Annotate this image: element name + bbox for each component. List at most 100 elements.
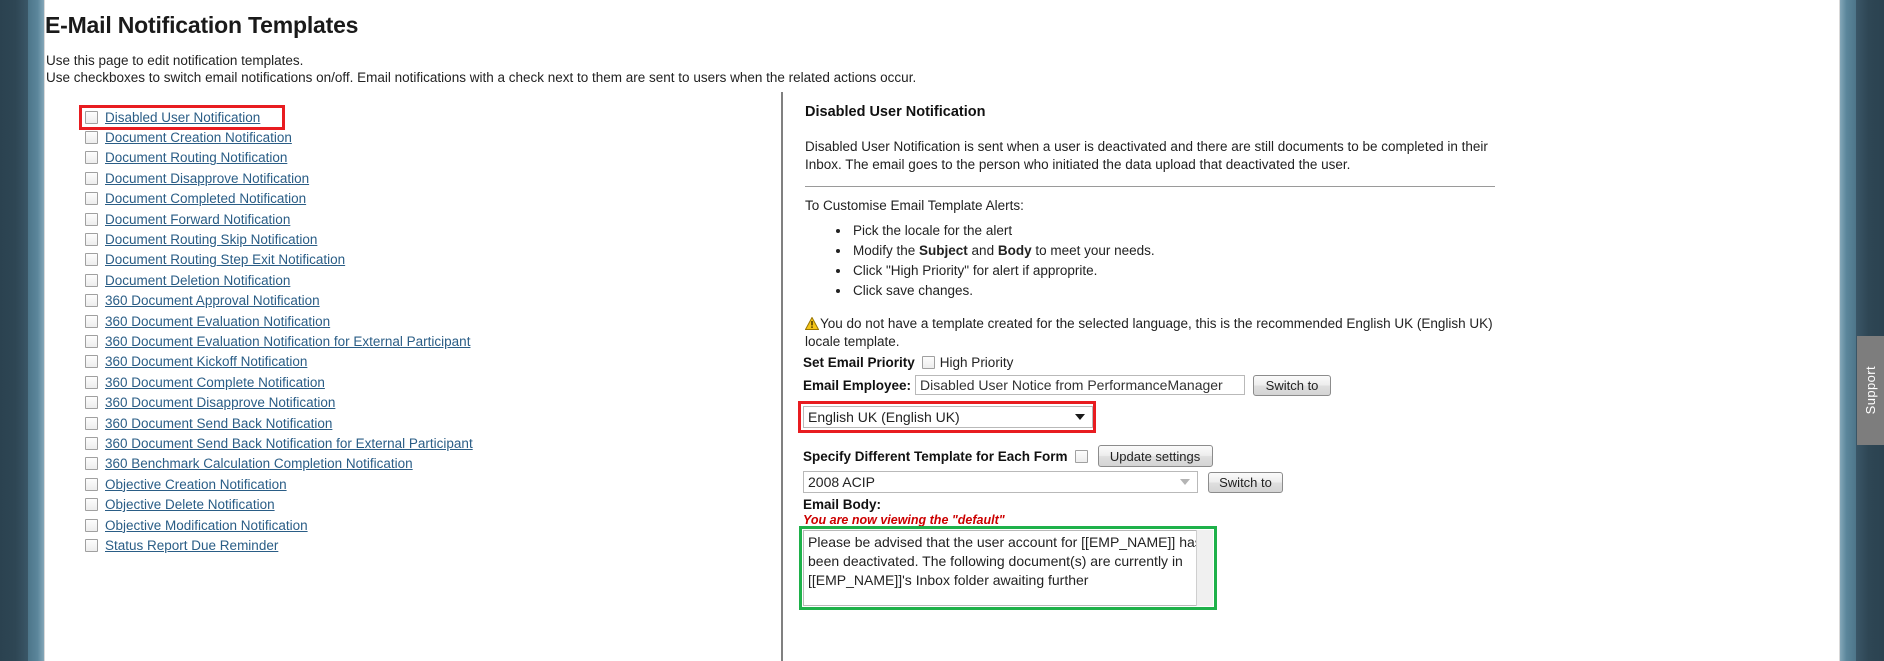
notification-checkbox[interactable] [85, 294, 98, 308]
list-item: 360 Document Kickoff Notification [85, 352, 785, 372]
screenshot-root: E-Mail Notification Templates Use this p… [0, 0, 1884, 661]
chevron-down-icon-form [1180, 479, 1190, 485]
notification-checkbox[interactable] [85, 110, 98, 124]
list-item: 360 Document Complete Notification [85, 372, 785, 392]
notification-link[interactable]: Objective Modification Notification [105, 518, 308, 533]
notification-checkbox[interactable] [85, 192, 98, 206]
notification-link[interactable]: Objective Delete Notification [105, 497, 275, 512]
notification-checkbox[interactable] [85, 498, 98, 512]
notification-checkbox[interactable] [85, 151, 98, 165]
notification-checkbox[interactable] [85, 538, 98, 552]
window-chrome-right-accent [1840, 0, 1856, 661]
list-item: 360 Benchmark Calculation Completion Not… [85, 454, 785, 474]
customise-steps: Pick the locale for the alert Modify the… [805, 221, 1821, 301]
notification-link[interactable]: 360 Document Complete Notification [105, 375, 325, 390]
notification-link[interactable]: Status Report Due Reminder [105, 538, 278, 553]
viewing-default-note: You are now viewing the "default" [803, 513, 1005, 527]
notification-checkbox[interactable] [85, 171, 98, 185]
list-item: Document Forward Notification [85, 209, 785, 229]
notification-link[interactable]: 360 Benchmark Calculation Completion Not… [105, 456, 413, 471]
window-chrome-left-accent [28, 0, 44, 661]
notification-link[interactable]: 360 Document Send Back Notification [105, 416, 332, 431]
email-subject-input[interactable]: Disabled User Notice from PerformanceMan… [915, 375, 1246, 395]
list-item: Document Routing Skip Notification [85, 229, 785, 249]
specify-template-label: Specify Different Template for Each Form [803, 448, 1068, 464]
notification-link[interactable]: 360 Document Send Back Notification for … [105, 436, 473, 451]
email-body-wrapper: Please be advised that the user account … [799, 526, 1217, 610]
form-template-select[interactable]: 2008 ACIP [803, 471, 1198, 493]
window-chrome-right [1856, 0, 1884, 661]
support-tab[interactable]: Support [1857, 336, 1884, 445]
specify-template-checkbox[interactable] [1074, 449, 1088, 463]
form-switch-to-button[interactable]: Switch to [1208, 471, 1283, 493]
list-item: Document Routing Step Exit Notification [85, 250, 785, 270]
form-select-row: 2008 ACIP Switch to [803, 471, 1803, 493]
list-item: Disabled User Notification [85, 107, 785, 127]
notification-checkbox[interactable] [85, 457, 98, 471]
high-priority-label: High Priority [939, 354, 1014, 370]
subject-switch-to-button[interactable]: Switch to [1253, 374, 1332, 396]
list-item: 360 Document Evaluation Notification [85, 311, 785, 331]
notification-checkbox[interactable] [85, 233, 98, 247]
notification-checkbox[interactable] [85, 273, 98, 287]
email-body-scrollbar[interactable] [1196, 530, 1213, 606]
notification-link[interactable]: Document Creation Notification [105, 130, 292, 145]
intro-line-1: Use this page to edit notification templ… [46, 53, 304, 68]
page-title: E-Mail Notification Templates [45, 12, 359, 38]
intro-line-2: Use checkboxes to switch email notificat… [46, 70, 917, 85]
template-warning: You do not have a template created for t… [804, 315, 1495, 351]
list-item: Document Deletion Notification [85, 270, 785, 290]
notification-checkbox[interactable] [85, 131, 98, 145]
list-item: 360 Document Evaluation Notification for… [85, 331, 785, 351]
detail-divider [805, 186, 1495, 187]
list-item: Objective Creation Notification [85, 474, 785, 494]
step-item-1: Pick the locale for the alert [851, 221, 1821, 241]
notification-checkbox[interactable] [85, 253, 98, 267]
notification-link[interactable]: Document Routing Skip Notification [105, 232, 317, 247]
template-warning-text: You do not have a template created for t… [805, 316, 1493, 349]
notification-link[interactable]: Document Routing Notification [105, 150, 287, 165]
set-email-priority-label: Set Email Priority [803, 354, 915, 370]
list-item: Document Creation Notification [85, 127, 785, 147]
customise-heading: To Customise Email Template Alerts: [805, 198, 1024, 213]
step-item-4: Click save changes. [851, 281, 1821, 301]
window-chrome-left [0, 0, 28, 661]
notification-checkbox[interactable] [85, 416, 98, 430]
update-settings-button[interactable]: Update settings [1097, 445, 1213, 467]
notification-checkbox[interactable] [85, 518, 98, 532]
notification-checkbox[interactable] [85, 355, 98, 369]
notification-checkbox[interactable] [85, 334, 98, 348]
notification-link[interactable]: Disabled User Notification [105, 110, 260, 125]
list-item: 360 Document Disapprove Notification [85, 392, 785, 412]
step2-prefix: Modify the [853, 243, 920, 258]
notification-link[interactable]: Document Routing Step Exit Notification [105, 252, 345, 267]
notification-link[interactable]: Document Deletion Notification [105, 273, 290, 288]
notification-checkbox[interactable] [85, 436, 98, 450]
notification-link[interactable]: 360 Document Disapprove Notification [105, 395, 335, 410]
notification-checkbox[interactable] [85, 212, 98, 226]
notification-checkbox[interactable] [85, 314, 98, 328]
notification-checkbox[interactable] [85, 477, 98, 491]
priority-row: Set Email Priority High Priority [803, 352, 1803, 372]
notification-link[interactable]: Objective Creation Notification [105, 477, 287, 492]
notification-link[interactable]: Document Forward Notification [105, 212, 290, 227]
locale-select-value: English UK (English UK) [808, 409, 960, 425]
warning-triangle-icon [804, 316, 820, 330]
locale-select[interactable]: English UK (English UK) [803, 406, 1093, 428]
notification-link[interactable]: Document Disapprove Notification [105, 171, 309, 186]
list-item: Document Disapprove Notification [85, 168, 785, 188]
notification-link[interactable]: 360 Document Approval Notification [105, 293, 320, 308]
step2-mid: and [967, 243, 998, 258]
notification-link[interactable]: 360 Document Evaluation Notification for… [105, 334, 470, 349]
chevron-down-icon [1075, 414, 1085, 420]
email-body-textarea[interactable]: Please be advised that the user account … [803, 530, 1213, 606]
notification-checkbox[interactable] [85, 396, 98, 410]
notification-checkbox[interactable] [85, 375, 98, 389]
support-tab-label: Support [1863, 366, 1878, 415]
notification-link[interactable]: 360 Document Evaluation Notification [105, 314, 330, 329]
notification-link[interactable]: 360 Document Kickoff Notification [105, 354, 307, 369]
step2-bold-body: Body [997, 243, 1032, 258]
notification-link[interactable]: Document Completed Notification [105, 191, 306, 206]
high-priority-checkbox[interactable] [921, 355, 935, 369]
page-intro: Use this page to edit notification templ… [46, 52, 916, 86]
